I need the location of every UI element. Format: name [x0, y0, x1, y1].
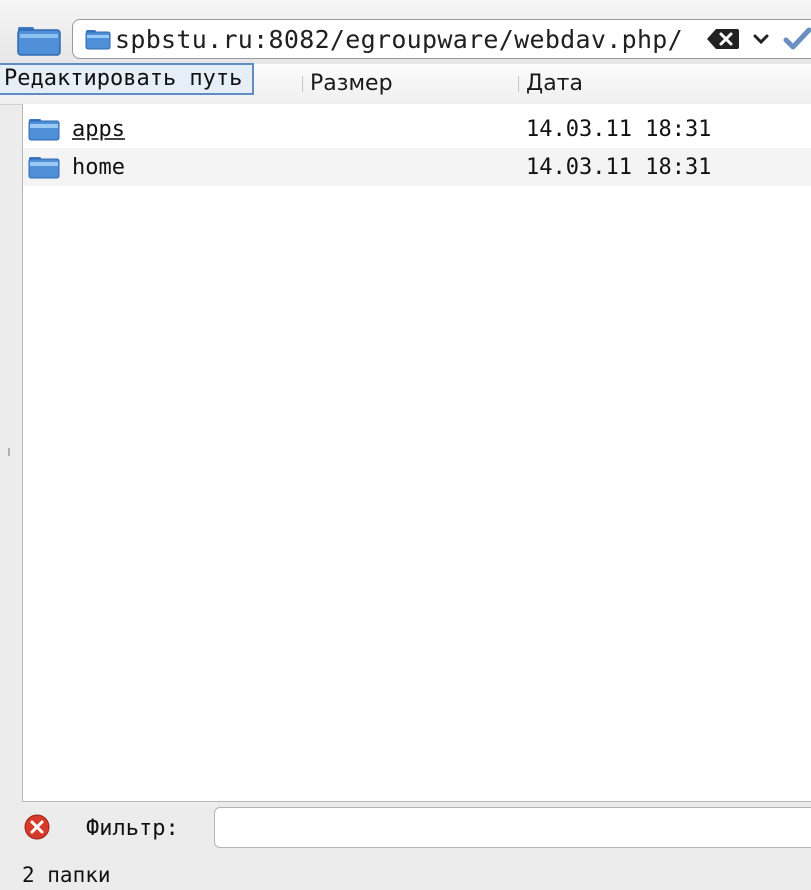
column-header-size[interactable]: Размер: [310, 71, 393, 96]
folder-icon: [17, 27, 61, 56]
filter-input[interactable]: [214, 807, 811, 848]
column-separator[interactable]: [302, 76, 303, 92]
list-item[interactable]: apps 14.03.11 18:31: [23, 110, 811, 148]
backspace-clear-icon[interactable]: [706, 27, 740, 51]
url-navigator-bar: spbstu.ru:8082/egroupware/webdav.php/: [0, 0, 811, 64]
clear-red-icon[interactable]: [24, 814, 50, 840]
chevron-down-icon[interactable]: [751, 30, 771, 48]
url-text[interactable]: spbstu.ru:8082/egroupware/webdav.php/: [115, 25, 683, 54]
file-date: 14.03.11 18:31: [526, 154, 712, 180]
folder-icon: [28, 119, 60, 141]
panel-resize-handle[interactable]: [8, 448, 10, 456]
list-item[interactable]: home 14.03.11 18:31: [23, 148, 811, 186]
places-toggle-button[interactable]: [16, 23, 62, 57]
url-field[interactable]: spbstu.ru:8082/egroupware/webdav.php/: [72, 19, 811, 59]
column-separator[interactable]: [518, 76, 519, 92]
column-header-date[interactable]: Дата: [526, 71, 583, 96]
file-date: 14.03.11 18:31: [526, 116, 712, 142]
checkmark-icon[interactable]: [782, 24, 811, 54]
file-name[interactable]: home: [72, 155, 125, 180]
folder-icon: [28, 157, 60, 179]
edit-path-tooltip: Редактировать путь: [0, 63, 255, 95]
file-name[interactable]: apps: [72, 117, 125, 142]
file-list[interactable]: apps 14.03.11 18:31 home 14.03.11 18:31: [22, 104, 811, 802]
status-text: 2 папки: [22, 863, 111, 887]
filter-label: Фильтр:: [86, 816, 179, 841]
folder-icon: [85, 30, 111, 50]
